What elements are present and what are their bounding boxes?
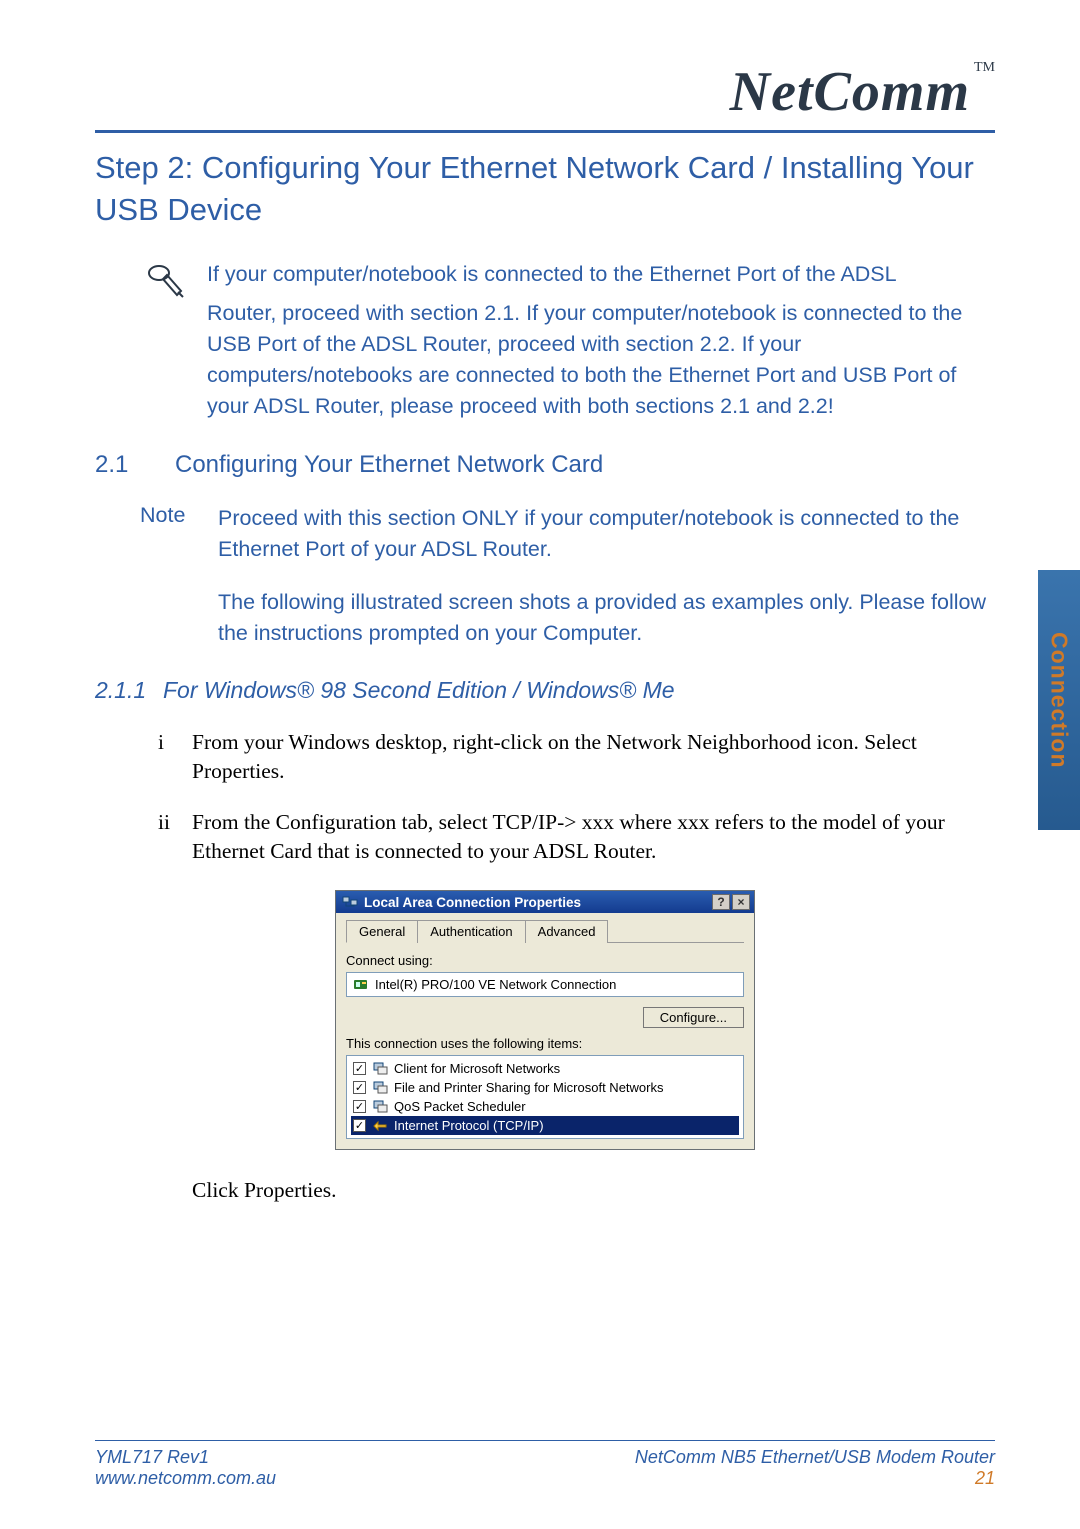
section-heading: 2.1Configuring Your Ethernet Network Car… [95,451,995,479]
footer-url: www.netcomm.com.au [95,1468,276,1489]
list-item[interactable]: ✓ QoS Packet Scheduler [351,1097,739,1116]
configure-button[interactable]: Configure... [643,1007,744,1028]
brand-name: NetComm [730,61,970,123]
properties-dialog: Local Area Connection Properties ? × Gen… [335,890,755,1150]
checkbox-icon[interactable]: ✓ [353,1081,366,1094]
network-icon [342,894,358,910]
intro-text: If your computer/notebook is connected t… [207,259,995,423]
note-label: Note [140,503,218,528]
list-item[interactable]: ✓ File and Printer Sharing for Microsoft… [351,1078,739,1097]
intro-block: If your computer/notebook is connected t… [145,259,995,423]
step-list: i From your Windows desktop, right-click… [158,728,995,866]
dialog-tabs: General Authentication Advanced [346,919,744,943]
header-rule [95,130,995,133]
page-number: 21 [975,1468,995,1489]
step-ii-text: From the Configuration tab, select TCP/I… [192,808,995,866]
tab-authentication[interactable]: Authentication [417,920,525,943]
qos-icon [372,1099,388,1114]
side-tab-label: Connection [1046,632,1073,769]
list-item: ii From the Configuration tab, select TC… [158,808,995,866]
post-step-text: Click Properties. [192,1178,995,1203]
item-label: Client for Microsoft Networks [394,1061,560,1076]
step-heading: Step 2: Configuring Your Ethernet Networ… [95,147,995,231]
list-item[interactable]: ✓ Client for Microsoft Networks [351,1059,739,1078]
footer-rule [95,1440,995,1441]
subsection-number: 2.1.1 [95,677,163,704]
client-icon [372,1061,388,1076]
nic-icon [353,978,369,992]
intro-rest: Router, proceed with section 2.1. If you… [207,301,962,419]
footer-doc-id: YML717 Rev1 [95,1447,209,1468]
items-listbox[interactable]: ✓ Client for Microsoft Networks ✓ File a… [346,1055,744,1139]
intro-line1: If your computer/notebook is connected t… [207,259,995,290]
dialog-title: Local Area Connection Properties [364,895,581,910]
help-button[interactable]: ? [712,894,730,910]
list-item: i From your Windows desktop, right-click… [158,728,995,786]
step-marker-ii: ii [158,808,192,837]
subsection-heading: 2.1.1For Windows® 98 Second Edition / Wi… [95,677,995,704]
checkbox-icon[interactable]: ✓ [353,1100,366,1113]
sharing-icon [372,1080,388,1095]
trademark: TM [974,60,995,75]
subsection-title: For Windows® 98 Second Edition / Windows… [163,677,675,703]
item-label: File and Printer Sharing for Microsoft N… [394,1080,663,1095]
adapter-field[interactable]: Intel(R) PRO/100 VE Network Connection [346,972,744,997]
section-title: Configuring Your Ethernet Network Card [175,451,603,478]
item-label: QoS Packet Scheduler [394,1099,526,1114]
checkbox-icon[interactable]: ✓ [353,1062,366,1075]
note-block: Note Proceed with this section ONLY if y… [140,503,995,650]
items-label: This connection uses the following items… [346,1036,744,1051]
brand-logo: NetComm TM [95,60,995,124]
footer-product: NetComm NB5 Ethernet/USB Modem Router [635,1447,995,1468]
item-label: Internet Protocol (TCP/IP) [394,1118,544,1133]
section-side-tab: Connection [1038,570,1080,830]
tab-advanced[interactable]: Advanced [525,920,609,943]
page-footer: YML717 Rev1 NetComm NB5 Ethernet/USB Mod… [95,1440,995,1489]
tcpip-icon [372,1118,388,1133]
tab-general[interactable]: General [346,920,418,943]
note-para2: The following illustrated screen shots a… [218,587,995,649]
checkbox-icon[interactable]: ✓ [353,1119,366,1132]
step-marker-i: i [158,728,192,757]
connect-using-label: Connect using: [346,953,744,968]
adapter-name: Intel(R) PRO/100 VE Network Connection [375,977,616,992]
section-number: 2.1 [95,451,175,479]
note-para1: Proceed with this section ONLY if your c… [218,503,995,565]
dialog-titlebar: Local Area Connection Properties ? × [336,891,754,913]
note-icon [145,261,185,301]
close-button[interactable]: × [732,894,750,910]
step-i-text: From your Windows desktop, right-click o… [192,728,995,786]
list-item[interactable]: ✓ Internet Protocol (TCP/IP) [351,1116,739,1135]
